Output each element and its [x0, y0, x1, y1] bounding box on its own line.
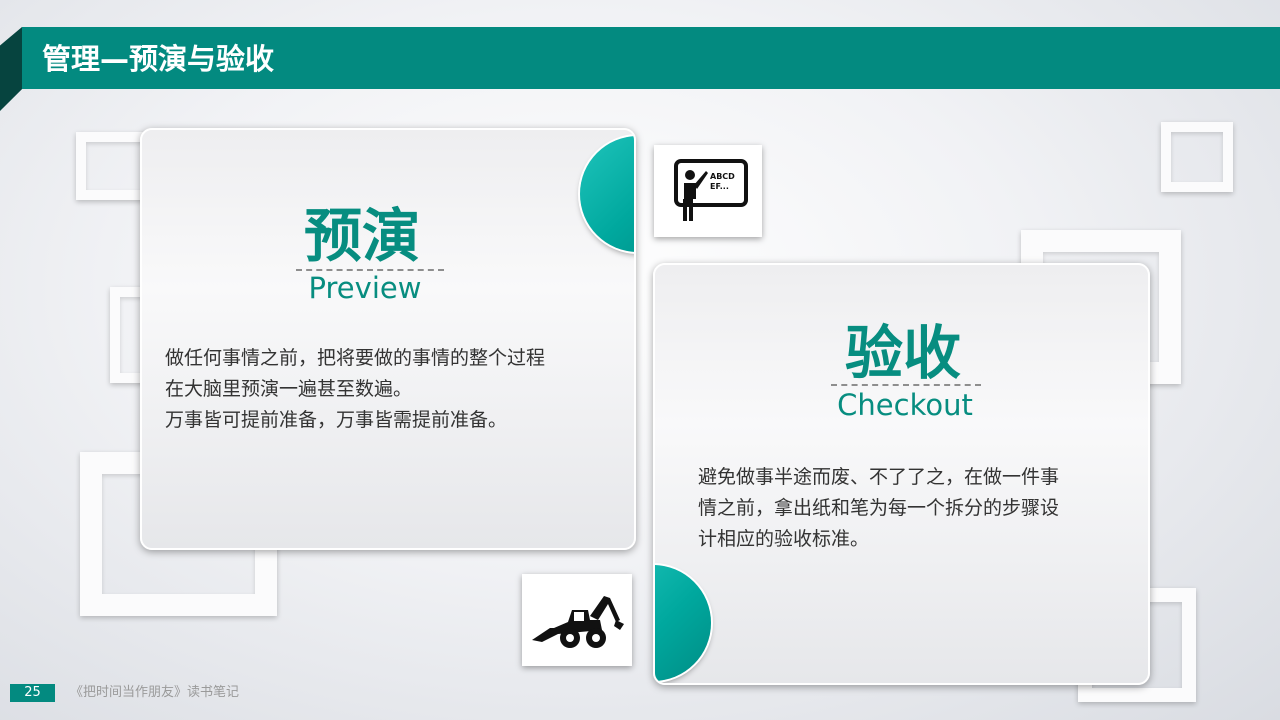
teacher-board-icon: ABCD EF... [674, 159, 748, 221]
preview-body: 做任何事情之前，把将要做的事情的整个过程 在大脑里预演一遍甚至数遍。 万事皆可提… [165, 343, 545, 436]
footer-book-title: 《把时间当作朋友》读书笔记 [70, 685, 240, 700]
preview-body-line: 做任何事情之前，把将要做的事情的整个过程 [165, 347, 546, 369]
backhoe-icon-box [522, 574, 632, 666]
preview-card: 预演 Preview 做任何事情之前，把将要做的事情的整个过程 在大脑里预演一遍… [140, 128, 636, 550]
page-number: 25 [10, 684, 55, 702]
preview-heading: 预演 [303, 202, 420, 270]
backhoe-loader-icon [532, 596, 624, 648]
board-text: ABCD [710, 172, 735, 181]
board-text: EF... [710, 182, 729, 191]
checkout-heading-divider [831, 384, 981, 386]
slide-title: 管理—预演与验收 [42, 42, 275, 76]
preview-card-circle-accent [580, 136, 634, 252]
checkout-body-line: 情之前，拿出纸和笔为每一个拆分的步骤设 [698, 497, 1060, 519]
checkout-card-circle-accent [655, 565, 711, 681]
checkout-body-line: 避免做事半途而废、不了了之，在做一件事 [698, 466, 1060, 488]
preview-subheading: Preview [308, 271, 422, 305]
checkout-heading: 验收 [844, 319, 961, 387]
decor-frame [1161, 122, 1233, 192]
title-bar-fold [0, 27, 22, 111]
preview-body-line: 万事皆可提前准备，万事皆需提前准备。 [165, 409, 508, 431]
checkout-body-line: 计相应的验收标准。 [698, 528, 870, 550]
checkout-subheading: Checkout [837, 388, 973, 422]
checkout-body: 避免做事半途而废、不了了之，在做一件事 情之前，拿出纸和笔为每一个拆分的步骤设 … [698, 462, 1059, 555]
teacher-icon-box: ABCD EF... [654, 145, 762, 237]
preview-body-line: 在大脑里预演一遍甚至数遍。 [165, 378, 413, 400]
checkout-card: 验收 Checkout 避免做事半途而废、不了了之，在做一件事 情之前，拿出纸和… [653, 263, 1150, 685]
